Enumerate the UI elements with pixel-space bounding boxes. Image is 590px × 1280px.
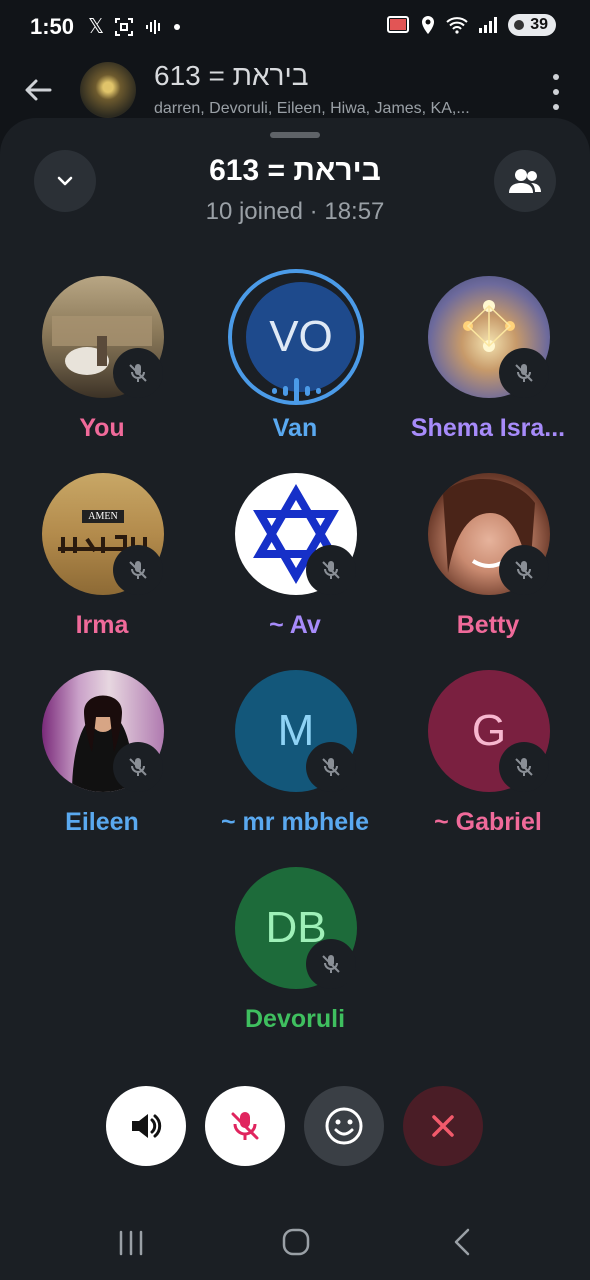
home-icon[interactable] xyxy=(280,1226,312,1258)
participant-eileen[interactable]: Eileen xyxy=(7,670,197,850)
arrow-back-icon xyxy=(25,79,52,101)
sound-wave-icon xyxy=(146,19,161,34)
recents-icon[interactable] xyxy=(114,1228,148,1258)
notification-dot-icon xyxy=(174,23,181,30)
participant-van[interactable]: VO Van xyxy=(200,269,390,456)
close-icon xyxy=(432,1115,454,1137)
drag-handle[interactable] xyxy=(270,132,320,138)
speaking-wave-icon xyxy=(264,376,328,406)
avatar-initials: M xyxy=(277,706,315,755)
leave-call-button[interactable] xyxy=(403,1086,483,1166)
mic-off-icon xyxy=(306,742,356,792)
participant-betty[interactable]: Betty xyxy=(393,473,583,653)
back-button[interactable] xyxy=(18,70,58,110)
participant-irma[interactable]: AMEN Irma xyxy=(7,473,197,653)
mic-off-icon xyxy=(113,742,163,792)
mic-off-icon xyxy=(499,348,549,398)
participant-devoruli[interactable]: DB Devoruli xyxy=(200,867,390,1047)
emoji-button[interactable] xyxy=(304,1086,384,1166)
participant-name: Van xyxy=(272,414,318,442)
system-nav-bar xyxy=(0,1210,590,1280)
mic-off-icon xyxy=(499,742,549,792)
participant-name: ~ Gabriel xyxy=(434,808,542,836)
chat-title[interactable]: ביראת = 613 xyxy=(154,60,309,92)
screenshot-icon xyxy=(115,17,134,36)
mute-button[interactable] xyxy=(205,1086,285,1166)
back-nav-icon[interactable] xyxy=(448,1226,476,1258)
status-time: 1:50 xyxy=(30,14,75,39)
chat-members: darren, Devoruli, Eileen, Hiwa, James, K… xyxy=(154,100,470,117)
participant-you[interactable]: You xyxy=(7,276,197,456)
mic-off-icon xyxy=(306,545,356,595)
mic-off-icon xyxy=(499,545,549,595)
voice-chat-sheet: ביראת = 613 10 joined · 18:57 You VO Van… xyxy=(0,118,590,1280)
participant-mr-mbhele[interactable]: M ~ mr mbhele xyxy=(200,670,390,850)
speaker-button[interactable] xyxy=(106,1086,186,1166)
participant-name: ~ Av xyxy=(269,611,321,639)
participant-name: Shema Isra... xyxy=(410,414,566,442)
mic-off-icon xyxy=(231,1112,259,1140)
status-bar: 1:50 𝕏 39 xyxy=(0,0,590,56)
participant-name: Devoruli xyxy=(244,1005,346,1033)
location-icon xyxy=(422,16,435,34)
participants-button[interactable] xyxy=(494,150,556,212)
signal-icon xyxy=(479,17,498,33)
participant-name: Betty xyxy=(456,611,520,639)
cast-icon xyxy=(387,16,410,33)
participant-name: Eileen xyxy=(65,808,139,836)
more-options-button[interactable] xyxy=(544,74,568,110)
participant-name: Irma xyxy=(75,611,129,639)
group-avatar[interactable] xyxy=(80,62,136,118)
participant-av[interactable]: ~ Av xyxy=(200,473,390,653)
mic-off-icon xyxy=(113,545,163,595)
avatar-initials: VO xyxy=(269,312,333,361)
speaker-icon xyxy=(132,1114,162,1138)
participant-name: ~ mr mbhele xyxy=(221,808,369,836)
chat-header: ביראת = 613 darren, Devoruli, Eileen, Hi… xyxy=(0,56,590,126)
avatar-caption: AMEN xyxy=(82,509,124,523)
participant-shema-israel[interactable]: Shema Isra... xyxy=(393,276,583,456)
x-app-icon: 𝕏 xyxy=(88,16,105,38)
avatar-initials: G xyxy=(471,706,507,755)
battery-icon: 39 xyxy=(508,14,556,36)
participant-gabriel[interactable]: G ~ Gabriel xyxy=(393,670,583,850)
people-icon xyxy=(509,169,541,193)
participant-name: You xyxy=(79,414,125,442)
wifi-icon xyxy=(446,17,468,34)
mic-off-icon xyxy=(306,939,356,989)
emoji-icon xyxy=(325,1107,363,1145)
mic-off-icon xyxy=(113,348,163,398)
